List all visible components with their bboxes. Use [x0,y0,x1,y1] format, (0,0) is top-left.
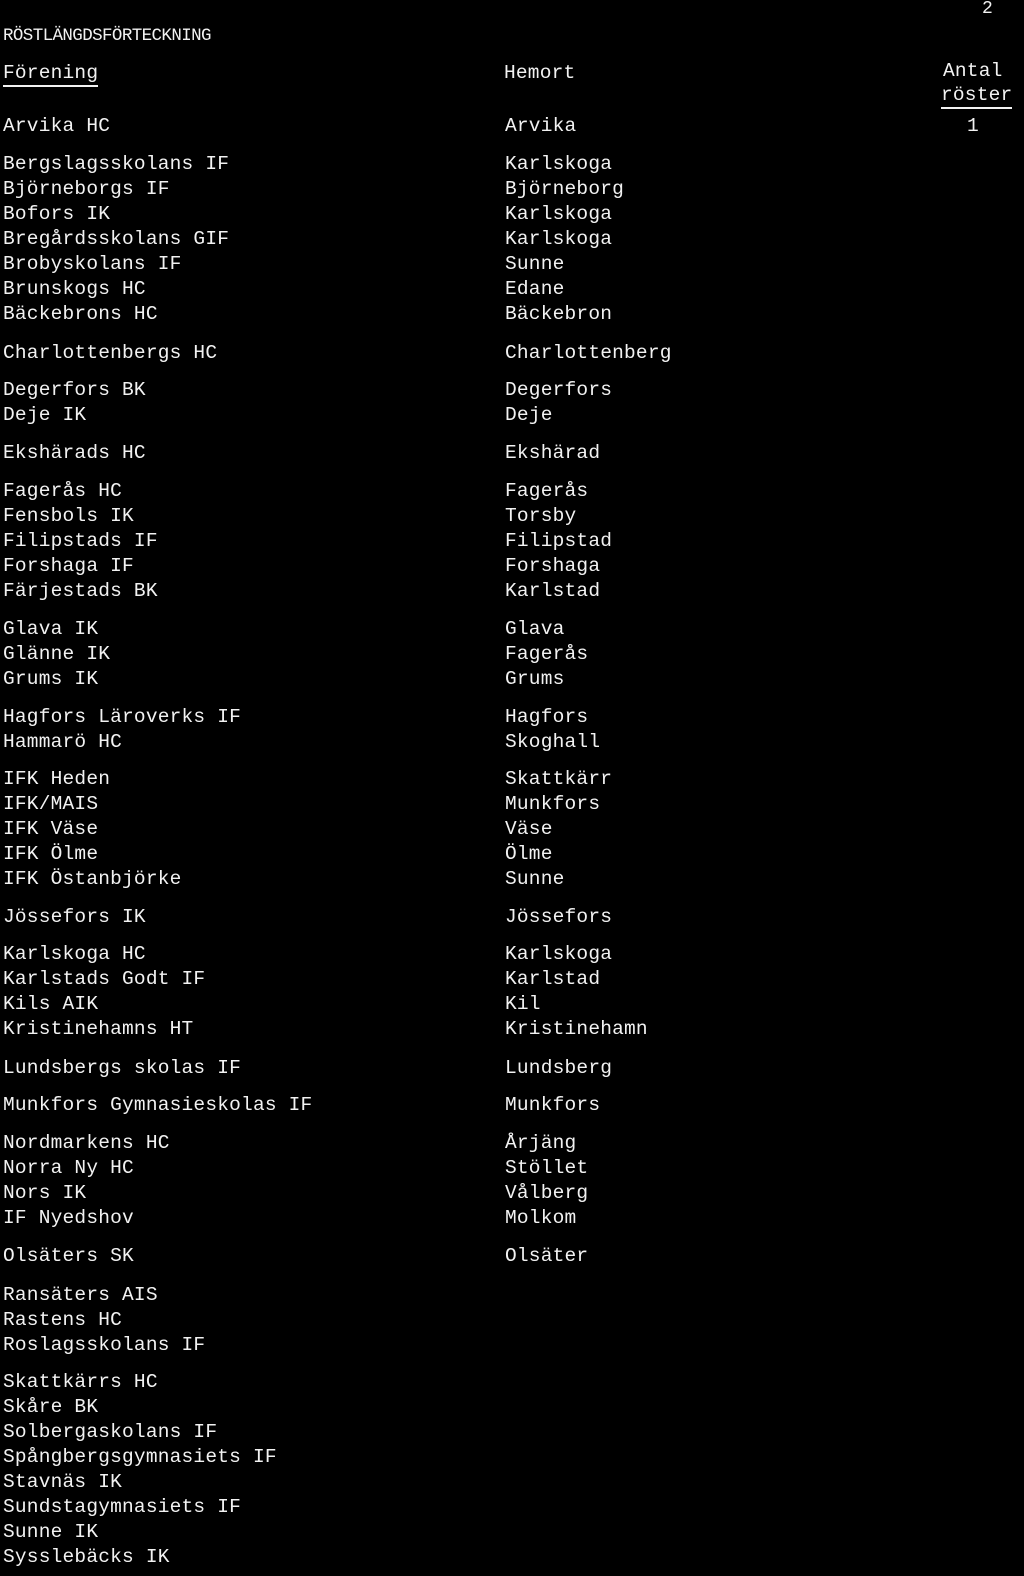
club-name: Fagerås HC [3,480,123,502]
club-hometown: Karlskoga [505,228,613,250]
club-hometown: Bäckebron [505,303,613,325]
club-name: Karlskoga HC [3,943,146,965]
club-hometown: Fagerås [505,643,589,665]
club-hometown: Munkfors [505,1094,601,1116]
club-hometown: Molkom [505,1207,577,1229]
club-hometown: Ekshärad [505,442,601,464]
column-header-forening: Förening [3,62,99,87]
club-hometown: Ölme [505,843,553,865]
club-hometown: Degerfors [505,379,613,401]
club-name: Norra Ny HC [3,1157,134,1179]
vote-count: 1 [967,115,979,137]
club-name: Hagfors Läroverks IF [3,706,242,728]
club-hometown: Forshaga [505,555,601,577]
club-hometown: Filipstad [505,530,613,552]
club-name: Färjestads BK [3,580,158,602]
club-name: IFK Väse [3,818,99,840]
club-name: Stavnäs IK [3,1471,123,1493]
club-name: Nordmarkens HC [3,1132,170,1154]
club-hometown: Sunne [505,868,565,890]
club-name: Spångbergsgymnasiets IF [3,1446,277,1468]
club-name: Charlottenbergs HC [3,342,218,364]
club-name: Skåre BK [3,1396,99,1418]
club-hometown: Torsby [505,505,577,527]
club-hometown: Kil [505,993,541,1015]
club-name: Sunne IK [3,1521,99,1543]
club-name: Lundsbergs skolas IF [3,1057,242,1079]
club-name: IFK Ölme [3,843,99,865]
club-name: Nors IK [3,1182,87,1204]
club-name: Sundstagymnasiets IF [3,1496,242,1518]
club-name: Munkfors Gymnasieskolas IF [3,1094,313,1116]
club-name: Brunskogs HC [3,278,146,300]
club-hometown: Lundsberg [505,1057,613,1079]
club-name: Glänne IK [3,643,111,665]
club-name: Olsäters SK [3,1245,134,1267]
column-header-hemort: Hemort [504,62,576,84]
club-name: IFK Heden [3,768,111,790]
club-name: Solbergaskolans IF [3,1421,218,1443]
club-hometown: Kristinehamn [505,1018,648,1040]
club-name: Bofors IK [3,203,111,225]
club-name: Forshaga IF [3,555,134,577]
club-hometown: Sunne [505,253,565,275]
club-hometown: Karlskoga [505,943,613,965]
club-name: IFK/MAIS [3,793,99,815]
club-hometown: Munkfors [505,793,601,815]
club-hometown: Fagerås [505,480,589,502]
club-hometown: Grums [505,668,565,690]
club-hometown: Björneborg [505,178,625,200]
club-hometown: Årjäng [505,1132,577,1154]
club-hometown: Jössefors [505,906,613,928]
club-name: Bäckebrons HC [3,303,158,325]
column-header-antal: Antal [943,60,1003,82]
page-number: 2 [982,0,994,19]
club-name: Kils AIK [3,993,99,1015]
club-name: IF Nyedshov [3,1207,134,1229]
club-name: Skattkärrs HC [3,1371,158,1393]
club-hometown: Karlstad [505,580,601,602]
club-name: Brobyskolans IF [3,253,182,275]
club-name: Filipstads IF [3,530,158,552]
club-name: Glava IK [3,618,99,640]
club-hometown: Karlskoga [505,203,613,225]
club-name: Björneborgs IF [3,178,170,200]
club-name: Grums IK [3,668,99,690]
club-hometown: Karlskoga [505,153,613,175]
club-name: Karlstads Godt IF [3,968,206,990]
club-name: IFK Östanbjörke [3,868,182,890]
club-name: Degerfors BK [3,379,146,401]
club-hometown: Skattkärr [505,768,613,790]
club-name: Rastens HC [3,1309,123,1331]
club-name: Bergslagsskolans IF [3,153,230,175]
club-hometown: Charlottenberg [505,342,672,364]
club-name: Arvika HC [3,115,111,137]
document-title: RÖSTLÄNGDSFÖRTECKNING [3,26,212,46]
club-name: Ekshärads HC [3,442,146,464]
club-hometown: Skoghall [505,731,601,753]
club-name: Ransäters AIS [3,1284,158,1306]
club-hometown: Olsäter [505,1245,589,1267]
club-hometown: Arvika [505,115,577,137]
club-hometown: Väse [505,818,553,840]
club-name: Sysslebäcks IK [3,1546,170,1568]
club-name: Bregårdsskolans GIF [3,228,230,250]
club-hometown: Vålberg [505,1182,589,1204]
club-hometown: Stöllet [505,1157,589,1179]
club-hometown: Glava [505,618,565,640]
club-hometown: Hagfors [505,706,589,728]
club-name: Jössefors IK [3,906,146,928]
club-name: Deje IK [3,404,87,426]
club-hometown: Deje [505,404,553,426]
club-name: Hammarö HC [3,731,123,753]
club-hometown: Karlstad [505,968,601,990]
column-header-roster: röster [941,84,1013,109]
club-name: Fensbols IK [3,505,134,527]
club-name: Roslagsskolans IF [3,1334,206,1356]
club-name: Kristinehamns HT [3,1018,194,1040]
club-hometown: Edane [505,278,565,300]
